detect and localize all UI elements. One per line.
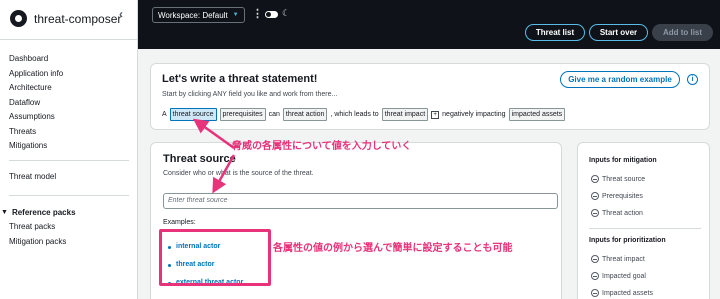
annotation-arrow-up bbox=[192, 118, 235, 150]
annotation-text: 各属性の値の例から選んで簡単に設定することも可能 bbox=[273, 243, 513, 254]
annotation-text: 脅威の各属性について値を入力していく bbox=[232, 141, 412, 152]
annotation-arrow-down bbox=[212, 154, 236, 194]
annotation-box bbox=[159, 229, 271, 286]
